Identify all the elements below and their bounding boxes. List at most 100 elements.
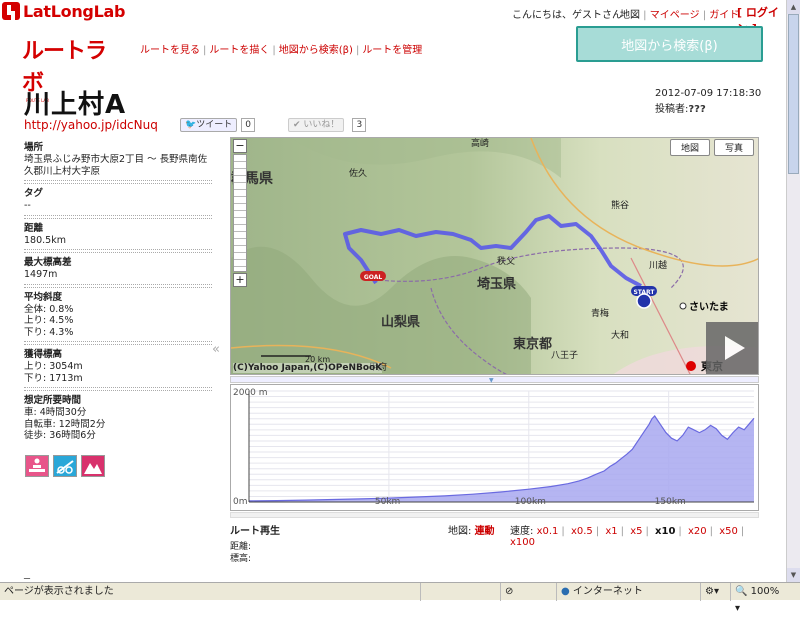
- max-elevation-diff-value: 1497m: [24, 269, 212, 285]
- place-value: 埼玉県ふじみ野市大原2丁目 〜 長野県南佐久郡川上村大字原: [24, 154, 212, 181]
- elevation-y-bottom-label: 0m: [233, 497, 248, 507]
- like-count: 3: [352, 118, 367, 132]
- zoom-level[interactable]: 🔍 100% ▾: [730, 583, 786, 614]
- climb-icon[interactable]: [25, 455, 49, 477]
- map-label-saitama-city: さいたま: [689, 301, 729, 313]
- like-widget: ✔ いいね！ 3: [288, 118, 367, 132]
- speed-option-current[interactable]: x10: [655, 526, 675, 537]
- map-label-kumagaya: 熊谷: [611, 199, 629, 211]
- poster-name[interactable]: ???: [688, 104, 705, 115]
- zoom-out-button[interactable]: +: [233, 273, 247, 287]
- map-sync-link[interactable]: 連動: [475, 526, 495, 537]
- time-bike: 自転車: 12時間2分: [24, 418, 106, 430]
- security-icon: ⊘: [500, 583, 530, 601]
- scroll-down-icon[interactable]: ▼: [787, 568, 800, 582]
- tag-heading: タグ: [24, 183, 212, 200]
- like-button-label: いいね！: [303, 120, 340, 130]
- logo-mark-icon: [2, 2, 20, 20]
- cycling-icon[interactable]: [53, 455, 77, 477]
- map-label-yamato: 大和: [611, 329, 629, 341]
- svg-text:GOAL: GOAL: [364, 274, 383, 281]
- speed-selector: 速度: x0.1 | x0.5 | x1 | x5 | x10 | x20 | x50 | x…: [510, 526, 745, 548]
- zoom-control: − +: [233, 139, 247, 287]
- protected-mode-icon[interactable]: ⚙▾: [700, 583, 730, 601]
- map-label-takasaki: 高崎: [471, 138, 489, 149]
- tokyo-point-icon: [686, 361, 696, 371]
- activity-icons: [25, 455, 105, 477]
- elevation-svg: 2000 m 0m 50km 100km 150km: [233, 388, 755, 507]
- map-canvas: GOAL START 群馬県 埼玉県 山梨県 東京都 東京 さいたま 秩父 佐久…: [231, 138, 758, 374]
- map-label-kawagoe: 川越: [649, 259, 667, 271]
- average-slope-values: 全体: 0.8% 上り: 4.5% 下り: 4.3%: [24, 304, 212, 342]
- speed-option[interactable]: x5: [630, 526, 642, 537]
- tweet-button[interactable]: 🐦ツイート: [180, 118, 238, 132]
- map-copyright: (C)Yahoo Japan,(C)OPeNBooK: [233, 363, 383, 373]
- check-icon: ✔: [293, 120, 301, 130]
- distance-value: 180.5km: [24, 235, 212, 250]
- nav-draw-route[interactable]: ルートを描く: [209, 45, 269, 56]
- zoom-slider[interactable]: [233, 154, 247, 272]
- route-datetime: 2012-07-09 17:18:30: [655, 88, 762, 99]
- short-url-link[interactable]: http://yahoo.jp/idcNuq: [24, 118, 158, 132]
- top-link-map[interactable]: 地図: [620, 10, 640, 21]
- route-info-sidebar: 場所 埼玉県ふじみ野市大原2丁目 〜 長野県南佐久郡川上村大字原 タグ -- 距…: [24, 138, 212, 447]
- zoom-in-button[interactable]: −: [233, 139, 247, 153]
- map-label-saitama: 埼玉県: [477, 276, 516, 292]
- scroll-up-icon[interactable]: ▲: [787, 0, 800, 14]
- play-replay-button[interactable]: [706, 322, 758, 374]
- latlonglab-logo[interactable]: LatLongLab: [2, 1, 125, 21]
- elevation-profile-chart[interactable]: 2000 m 0m 50km 100km 150km: [230, 384, 759, 511]
- top-links: 地図 | マイページ | ガイド: [620, 10, 740, 21]
- nav-manage-routes[interactable]: ルートを管理: [362, 45, 422, 56]
- map-search-button[interactable]: 地図から検索(β): [576, 26, 763, 62]
- speed-option[interactable]: x20: [688, 526, 707, 537]
- map-label-yamanashi: 山梨県: [381, 314, 420, 330]
- replay-heading: ルート再生: [230, 526, 280, 537]
- page-scrollbar[interactable]: ▲ ▼: [786, 0, 800, 582]
- photo-view-button[interactable]: 写真: [713, 139, 754, 156]
- scroll-thumb[interactable]: [788, 14, 799, 174]
- map-sync-toggle: 地図: 連動: [448, 522, 495, 537]
- elevation-resize-handle[interactable]: [230, 512, 759, 518]
- speed-option[interactable]: x100: [510, 537, 535, 548]
- map-label-chichibu: 秩父: [497, 256, 515, 267]
- nav-view-routes[interactable]: ルートを見る: [140, 45, 200, 56]
- browser-status-bar: ページが表示されました ⊘ ● インターネット ⚙▾ 🔍 100% ▾: [0, 582, 800, 614]
- tweet-count: 0: [241, 118, 255, 132]
- goal-marker-icon[interactable]: GOAL: [360, 271, 386, 281]
- speed-option[interactable]: x1: [605, 526, 617, 537]
- average-slope-heading: 平均斜度: [24, 286, 212, 304]
- map-resize-handle[interactable]: ▼: [230, 376, 759, 384]
- map-label-saku: 佐久: [349, 167, 367, 179]
- greeting-text: こんにちは、ゲストさん: [512, 6, 622, 21]
- speed-option[interactable]: x0.1: [537, 526, 559, 537]
- tweet-button-label: ツイート: [196, 120, 233, 130]
- elevation-x-tick-label: 150km: [655, 497, 686, 507]
- estimated-time-heading: 想定所要時間: [24, 390, 212, 407]
- estimated-time-values: 車: 4時間30分 自転車: 12時間2分 徒歩: 36時間6分: [24, 407, 212, 445]
- routelab-logo[interactable]: ルートラボ ROUTE LAB: [22, 33, 122, 103]
- speed-option[interactable]: x0.5: [571, 526, 593, 537]
- map-sync-label: 地図:: [448, 526, 472, 537]
- gain-up: 上り: 3054m: [24, 361, 83, 372]
- route-map[interactable]: GOAL START 群馬県 埼玉県 山梨県 東京都 東京 さいたま 秩父 佐久…: [230, 137, 759, 375]
- nav-map-search[interactable]: 地図から検索(β): [279, 45, 353, 56]
- place-heading: 場所: [24, 142, 44, 153]
- main-nav: ルートを見る | ルートを描く | 地図から検索(β) | ルートを管理: [140, 45, 423, 56]
- collapse-sidebar-icon[interactable]: «: [212, 342, 220, 357]
- map-search-button-label: 地図から検索(β): [621, 38, 718, 54]
- replay-altitude: 標高:: [230, 554, 252, 564]
- time-car: 車: 4時間30分: [24, 407, 87, 418]
- gain-down: 下り: 1713m: [24, 372, 83, 384]
- map-view-button[interactable]: 地図: [669, 139, 710, 156]
- elevation-y-top-label: 2000 m: [233, 388, 268, 398]
- slope-up: 上り: 4.5%: [24, 315, 74, 326]
- top-link-mypage[interactable]: マイページ: [650, 10, 700, 21]
- like-button[interactable]: ✔ いいね！: [288, 118, 345, 132]
- mountain-icon[interactable]: [81, 455, 105, 477]
- elevation-gain-values: 上り: 3054m 下り: 1713m: [24, 361, 212, 388]
- greeting-label: こんにちは、ゲストさん: [512, 10, 622, 21]
- time-walk: 徒歩: 36時間6分: [24, 430, 96, 441]
- top-link-guide[interactable]: ガイド: [709, 10, 739, 21]
- speed-option[interactable]: x50: [719, 526, 738, 537]
